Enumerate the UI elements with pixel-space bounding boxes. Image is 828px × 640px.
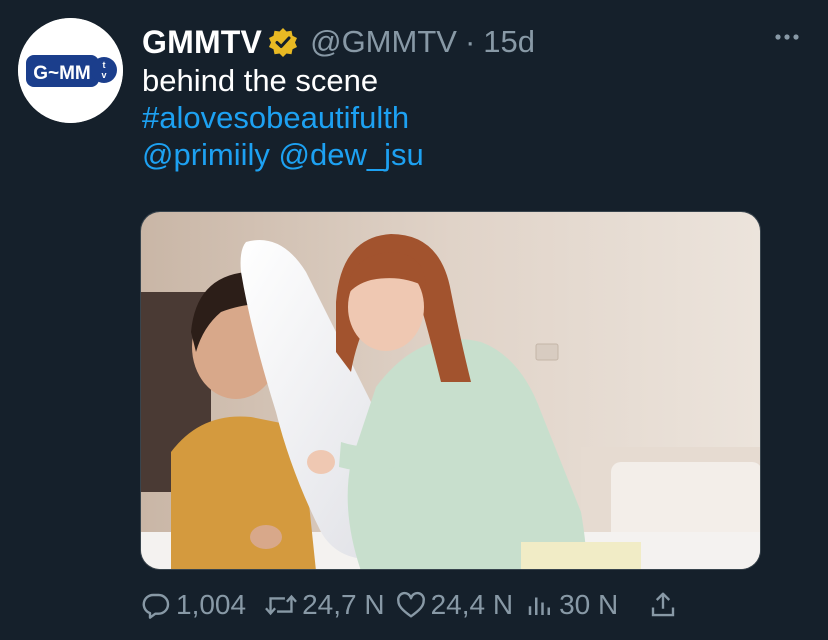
svg-text:v: v [101, 70, 106, 80]
tweet-text-line: behind the scene [142, 63, 379, 98]
handle[interactable]: @GMMTV [310, 24, 457, 60]
tweet-photo[interactable] [140, 211, 761, 570]
reply-button[interactable]: 1,004 [140, 589, 246, 621]
views-count: 30 N [559, 589, 619, 620]
views-button[interactable]: 30 N [525, 589, 618, 621]
mention-link-primiily[interactable]: @primiily [142, 137, 270, 172]
svg-text:t: t [103, 60, 106, 70]
hashtag-link[interactable]: #alovesobeautifulth [142, 99, 424, 136]
share-button[interactable] [648, 589, 678, 621]
retweet-button[interactable]: 24,7 N [264, 589, 385, 621]
gmmtv-logo: G~MM t v [18, 18, 123, 123]
like-count: 24,4 N [430, 589, 514, 620]
more-options-icon[interactable] [774, 30, 800, 44]
mention-link-dew-jsu[interactable]: @dew_jsu [279, 137, 424, 172]
tweet-header: GMMTV @GMMTV · 15d [142, 22, 535, 62]
retweet-icon [265, 594, 298, 616]
heart-icon [396, 591, 425, 618]
svg-text:G~MM: G~MM [33, 63, 91, 84]
timestamp[interactable]: 15d [483, 24, 535, 60]
verified-badge-icon [268, 27, 298, 57]
reply-icon [142, 593, 170, 619]
avatar[interactable]: G~MM t v [18, 18, 123, 123]
separator-dot: · [464, 24, 476, 59]
views-chart-icon [528, 597, 551, 615]
share-icon [652, 592, 675, 617]
display-name[interactable]: GMMTV [142, 24, 262, 61]
tweet-action-bar: 1,004 24,7 N 24,4 N 30 N [140, 584, 678, 626]
retweet-count: 24,7 N [302, 589, 385, 620]
like-button[interactable]: 24,4 N [395, 589, 514, 621]
reply-count: 1,004 [176, 589, 247, 620]
tweet-text: behind the scene #alovesobeautifulth @pr… [142, 62, 424, 173]
